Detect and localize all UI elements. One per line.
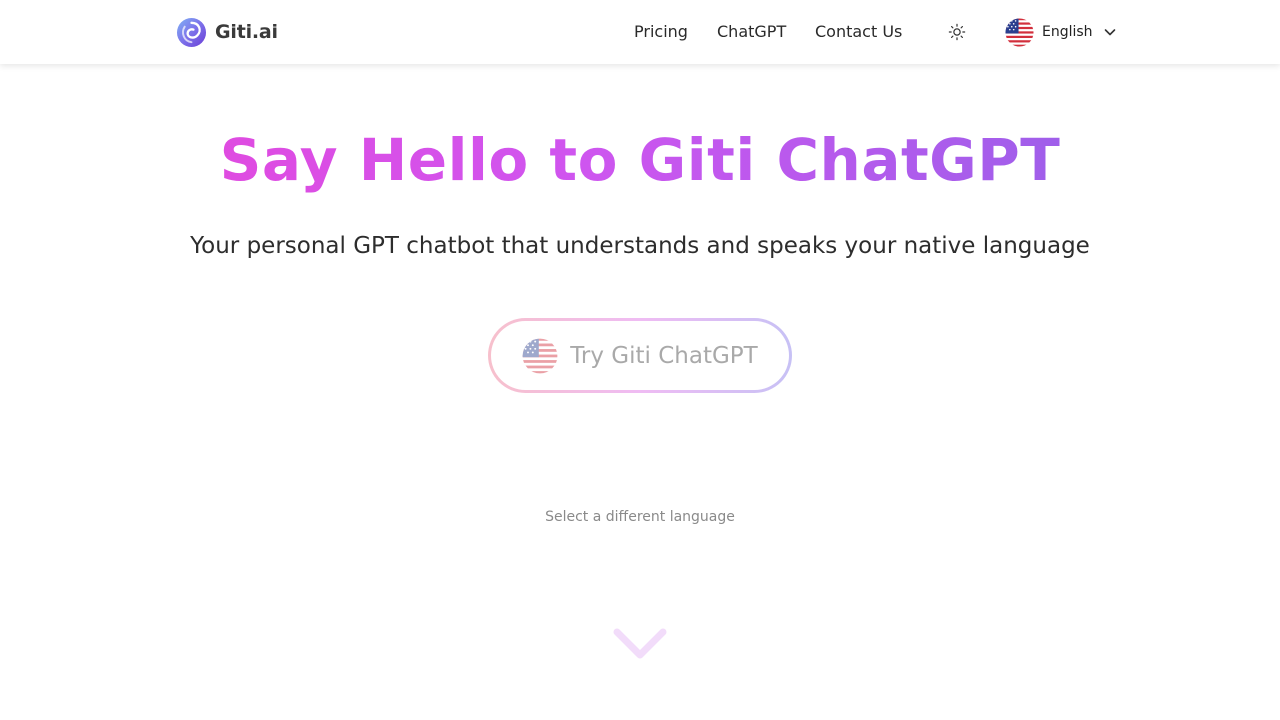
chevron-down-icon xyxy=(1104,29,1115,36)
giti-logo-icon xyxy=(176,17,207,47)
cta-inner: Try Giti ChatGPT xyxy=(491,321,789,390)
brand-name: Giti.ai xyxy=(215,21,278,43)
cta-label: Try Giti ChatGPT xyxy=(570,342,758,369)
nav-chatgpt-link[interactable]: ChatGPT xyxy=(717,20,786,44)
top-navbar: Giti.ai Pricing ChatGPT Contact Us Engli… xyxy=(0,0,1280,64)
us-flag-icon xyxy=(1005,17,1034,47)
sun-icon xyxy=(948,23,966,41)
hero-title: Say Hello to Giti ChatGPT xyxy=(0,122,1280,198)
nav-contact-link[interactable]: Contact Us xyxy=(815,20,902,44)
try-giti-chatgpt-button[interactable]: Try Giti ChatGPT xyxy=(488,318,792,393)
language-selector[interactable]: English xyxy=(1005,17,1117,47)
hero-subtitle: Your personal GPT chatbot that understan… xyxy=(190,233,1090,259)
us-flag-icon xyxy=(522,338,558,373)
scroll-down-chevron-icon[interactable] xyxy=(612,626,668,664)
brand-link[interactable]: Giti.ai xyxy=(176,16,278,48)
language-label: English xyxy=(1042,24,1093,40)
theme-toggle-button[interactable] xyxy=(945,20,969,44)
nav-pricing-link[interactable]: Pricing xyxy=(634,20,688,44)
select-language-link[interactable]: Select a different language xyxy=(0,506,1280,528)
